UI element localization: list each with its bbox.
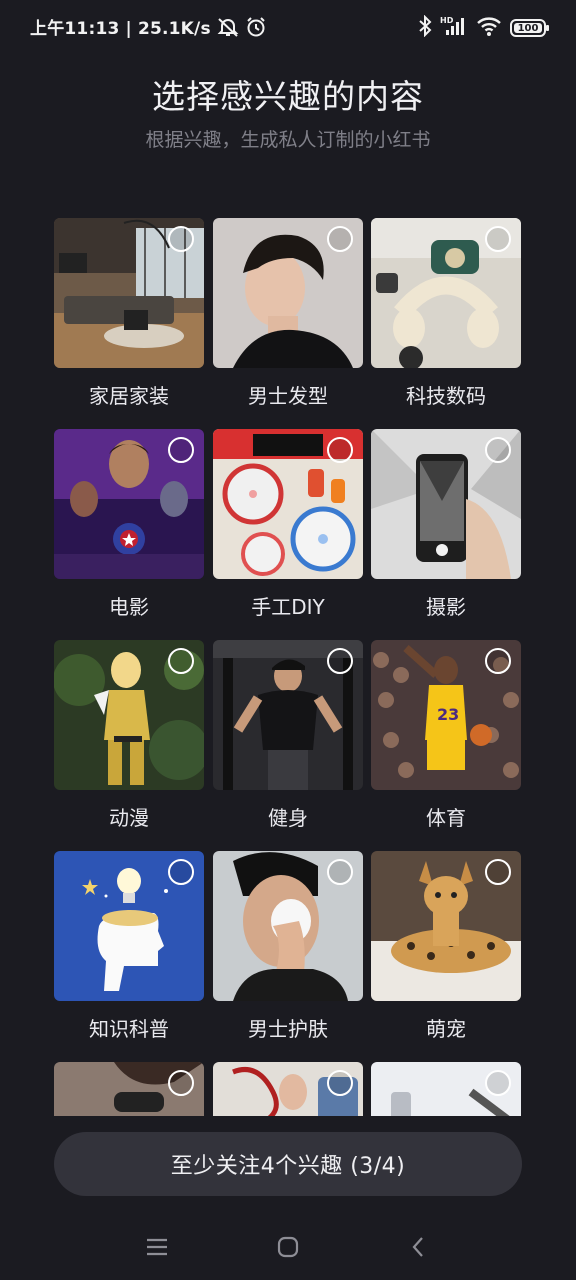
- interest-card-anime[interactable]: 动漫: [54, 640, 204, 840]
- select-checkbox[interactable]: [327, 226, 353, 252]
- interest-label: 男士发型: [248, 384, 328, 408]
- mute-icon: [217, 17, 239, 42]
- interest-label: 摄影: [426, 595, 466, 619]
- interest-card-movies[interactable]: 电影: [54, 429, 204, 629]
- interest-label: 男士护肤: [248, 1017, 328, 1041]
- interest-card-fitness[interactable]: 健身: [213, 640, 363, 840]
- interest-card-diy[interactable]: 手工DIY: [213, 429, 363, 629]
- select-checkbox[interactable]: [168, 226, 194, 252]
- network-speed: 25.1K/s: [137, 19, 211, 39]
- select-checkbox[interactable]: [485, 859, 511, 885]
- interest-label: 动漫: [109, 806, 149, 830]
- interest-card-partial-3[interactable]: [371, 1062, 521, 1116]
- home-icon[interactable]: [273, 1232, 303, 1262]
- select-checkbox[interactable]: [327, 437, 353, 463]
- battery-icon: 100: [510, 19, 549, 37]
- page-subtitle: 根据兴趣，生成私人订制的小红书: [145, 129, 431, 151]
- interest-card-mens-skincare[interactable]: 男士护肤: [213, 851, 363, 1051]
- interest-label: 萌宠: [426, 1017, 466, 1041]
- select-checkbox[interactable]: [168, 859, 194, 885]
- interest-label: 电影: [109, 595, 149, 619]
- select-checkbox[interactable]: [327, 1070, 353, 1096]
- system-nav-bar: [0, 1214, 576, 1280]
- wifi-icon: [476, 15, 502, 41]
- page-title: 选择感兴趣的内容: [152, 77, 424, 116]
- interest-card-mens-hair[interactable]: 男士发型: [213, 218, 363, 418]
- menu-icon[interactable]: [142, 1232, 172, 1262]
- alarm-icon: [245, 16, 267, 43]
- status-bar: 上午11:13 | 25.1K/s HD 100: [0, 0, 576, 56]
- back-icon[interactable]: [403, 1232, 433, 1262]
- hd-signal-icon: HD: [440, 15, 468, 41]
- select-checkbox[interactable]: [485, 437, 511, 463]
- interest-card-pets[interactable]: 萌宠: [371, 851, 521, 1051]
- interest-card-sports[interactable]: 23 体育: [371, 640, 521, 840]
- interest-card-science[interactable]: 知识科普: [54, 851, 204, 1051]
- follow-interests-button[interactable]: 至少关注4个兴趣 (3/4): [54, 1132, 522, 1196]
- interest-card-home-decor[interactable]: 家居家装: [54, 218, 204, 418]
- status-left: 上午11:13 | 25.1K/s: [30, 14, 267, 43]
- select-checkbox[interactable]: [327, 648, 353, 674]
- battery-level: 100: [517, 22, 539, 34]
- interest-card-tech[interactable]: 科技数码: [371, 218, 521, 418]
- svg-text:HD: HD: [440, 16, 454, 25]
- svg-text:23: 23: [437, 705, 459, 724]
- interest-label: 家居家装: [89, 384, 169, 408]
- interest-label: 知识科普: [89, 1017, 169, 1041]
- interest-label: 科技数码: [406, 384, 486, 408]
- select-checkbox[interactable]: [485, 648, 511, 674]
- interest-label: 健身: [268, 806, 308, 830]
- select-checkbox[interactable]: [168, 437, 194, 463]
- select-checkbox[interactable]: [485, 226, 511, 252]
- interest-grid: 家居家装 男士发型 科技数码 电影 手工DIY 摄影 动漫 健身 23 体育 知…: [0, 200, 576, 1116]
- interest-card-photography[interactable]: 摄影: [371, 429, 521, 629]
- select-checkbox[interactable]: [168, 648, 194, 674]
- interest-label: 体育: [426, 806, 466, 830]
- bluetooth-icon: [418, 14, 432, 41]
- select-checkbox[interactable]: [327, 859, 353, 885]
- status-right: HD 100: [418, 14, 549, 42]
- select-checkbox[interactable]: [168, 1070, 194, 1096]
- interest-card-partial-1[interactable]: [54, 1062, 204, 1116]
- select-checkbox[interactable]: [485, 1070, 511, 1096]
- interest-label: 手工DIY: [251, 595, 325, 619]
- interest-card-partial-2[interactable]: [213, 1062, 363, 1116]
- clock: 上午11:13: [30, 19, 120, 39]
